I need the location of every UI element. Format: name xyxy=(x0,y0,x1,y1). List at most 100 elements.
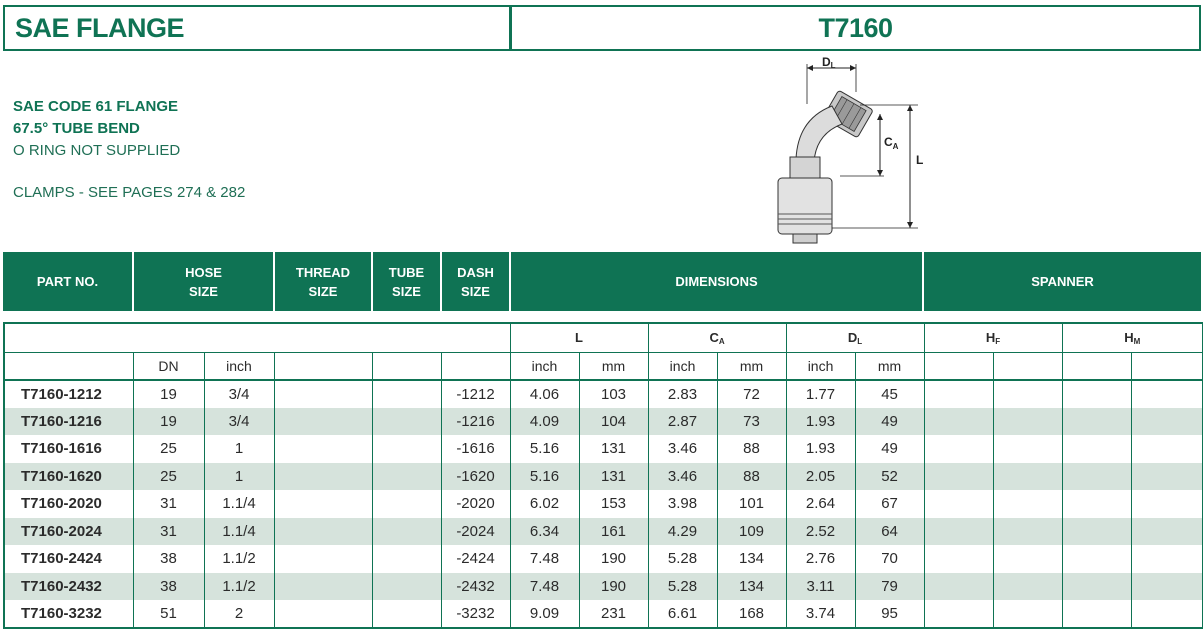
cell-dl-in: 2.05 xyxy=(785,462,856,490)
cell-empty xyxy=(923,435,994,463)
col-part-no: PART NO. xyxy=(3,252,134,311)
cell-ca-in: 6.61 xyxy=(647,600,718,628)
cell-empty xyxy=(923,407,994,435)
cell-part: T7160-2020 xyxy=(3,490,134,518)
cell-ca-mm: 134 xyxy=(716,545,787,573)
cell-part: T7160-2432 xyxy=(3,572,134,600)
cell-empty xyxy=(371,545,442,573)
cell-dash: -2024 xyxy=(440,517,511,545)
cell-dn: 31 xyxy=(132,490,205,518)
sub-l: L xyxy=(509,323,649,353)
cell-empty xyxy=(1130,435,1203,463)
cell-ca-mm: 88 xyxy=(716,462,787,490)
cell-empty xyxy=(371,517,442,545)
cell-empty xyxy=(273,517,373,545)
cell-empty xyxy=(1130,380,1203,408)
cell-dl-in: 2.52 xyxy=(785,517,856,545)
cell-dl-mm: 79 xyxy=(854,572,925,600)
cell-l-in: 7.48 xyxy=(509,545,580,573)
cell-empty xyxy=(371,407,442,435)
cell-empty xyxy=(923,380,994,408)
cell-empty xyxy=(923,545,994,573)
cell-part: T7160-1616 xyxy=(3,435,134,463)
cell-dn: 38 xyxy=(132,545,205,573)
cell-inch: 3/4 xyxy=(203,380,275,408)
hose-fitting-diagram-icon: DL CA L xyxy=(777,55,923,244)
cell-dl-in: 1.77 xyxy=(785,380,856,408)
cell-empty xyxy=(1061,545,1132,573)
cell-dl-in: 3.74 xyxy=(785,600,856,628)
cell-empty xyxy=(992,380,1063,408)
diagram-l-label: L xyxy=(916,153,923,167)
sub-inch-hose: inch xyxy=(203,352,275,381)
cell-dl-mm: 64 xyxy=(854,517,925,545)
desc-line-flange: SAE CODE 61 FLANGE xyxy=(13,98,179,115)
cell-ca-mm: 88 xyxy=(716,435,787,463)
cell-l-mm: 131 xyxy=(578,435,649,463)
col-dash-size: DASH SIZE xyxy=(442,252,511,311)
table-row: T7160-1620 25 1 -1620 5.16 131 3.46 88 2.05 52 xyxy=(3,462,1203,490)
cell-empty xyxy=(1130,462,1203,490)
cell-ca-in: 3.98 xyxy=(647,490,718,518)
cell-dl-in: 3.11 xyxy=(785,572,856,600)
sub-ca: CA xyxy=(647,323,787,353)
cell-empty xyxy=(1061,435,1132,463)
sub-dn: DN xyxy=(132,352,205,381)
title-left-cell: SAE FLANGE xyxy=(5,7,512,49)
cell-empty xyxy=(1061,517,1132,545)
cell-empty xyxy=(273,435,373,463)
cell-empty xyxy=(371,462,442,490)
cell-ca-mm: 134 xyxy=(716,572,787,600)
title-right-cell: T7160 xyxy=(512,7,1199,49)
sub-ca-inch: inch xyxy=(647,352,718,381)
cell-dl-mm: 45 xyxy=(854,380,925,408)
col-tube-size: TUBE SIZE xyxy=(373,252,442,311)
cell-l-in: 6.34 xyxy=(509,517,580,545)
cell-dn: 51 xyxy=(132,600,205,628)
cell-l-in: 6.02 xyxy=(509,490,580,518)
cell-empty xyxy=(1130,572,1203,600)
cell-empty xyxy=(371,572,442,600)
cell-empty xyxy=(371,490,442,518)
cell-l-mm: 231 xyxy=(578,600,649,628)
cell-inch: 1.1/2 xyxy=(203,572,275,600)
cell-dl-mm: 67 xyxy=(854,490,925,518)
cell-dn: 25 xyxy=(132,462,205,490)
cell-part: T7160-3232 xyxy=(3,600,134,628)
cell-ca-mm: 101 xyxy=(716,490,787,518)
cell-empty xyxy=(1130,545,1203,573)
cell-l-mm: 153 xyxy=(578,490,649,518)
cell-inch: 3/4 xyxy=(203,407,275,435)
table-row: T7160-1216 19 3/4 -1216 4.09 104 2.87 73 1.93 49 xyxy=(3,407,1203,435)
cell-empty xyxy=(273,380,373,408)
cell-inch: 1.1/4 xyxy=(203,490,275,518)
col-thread-size: THREAD SIZE xyxy=(275,252,373,311)
cell-part: T7160-1216 xyxy=(3,407,134,435)
cell-dn: 19 xyxy=(132,407,205,435)
cell-empty xyxy=(923,600,994,628)
cell-empty xyxy=(923,462,994,490)
cell-inch: 1 xyxy=(203,435,275,463)
cell-empty xyxy=(273,572,373,600)
cell-empty xyxy=(992,600,1063,628)
cell-dl-mm: 52 xyxy=(854,462,925,490)
cell-l-in: 5.16 xyxy=(509,435,580,463)
col-spanner: SPANNER xyxy=(1031,274,1094,289)
cell-part: T7160-2424 xyxy=(3,545,134,573)
cell-empty xyxy=(992,572,1063,600)
cell-dash: -3232 xyxy=(440,600,511,628)
cell-dash: -2020 xyxy=(440,490,511,518)
cell-empty xyxy=(992,407,1063,435)
cell-dash: -2432 xyxy=(440,572,511,600)
cell-empty xyxy=(371,435,442,463)
cell-ca-mm: 109 xyxy=(716,517,787,545)
cell-dn: 31 xyxy=(132,517,205,545)
cell-dl-in: 1.93 xyxy=(785,407,856,435)
table-row: T7160-1212 19 3/4 -1212 4.06 103 2.83 72 1.77 45 xyxy=(3,380,1203,408)
cell-l-in: 4.06 xyxy=(509,380,580,408)
cell-part: T7160-1620 xyxy=(3,462,134,490)
cell-empty xyxy=(1130,490,1203,518)
table-header-band: PART NO. HOSE SIZE THREAD SIZE TUBE SIZE DA… xyxy=(3,252,1201,311)
cell-empty xyxy=(1061,600,1132,628)
cell-l-mm: 190 xyxy=(578,572,649,600)
